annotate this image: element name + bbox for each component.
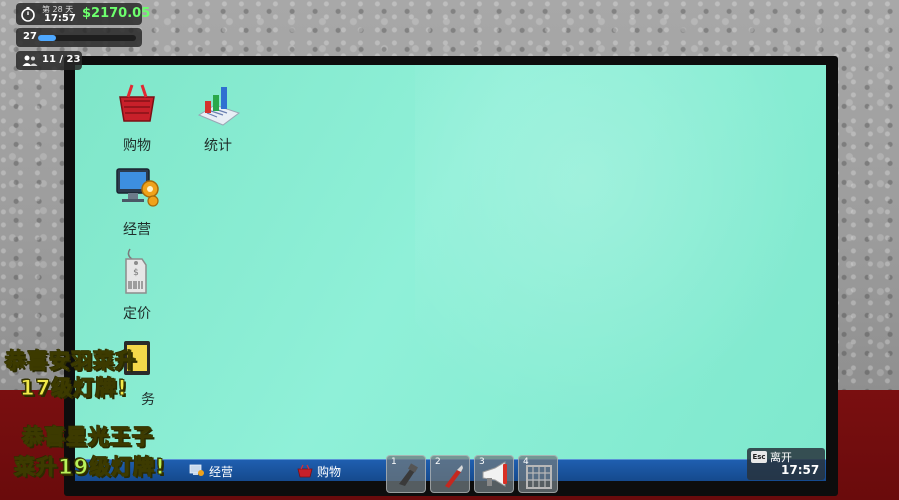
store-level: 27 xyxy=(23,31,37,42)
overlay-message-2-line-1: 恭喜星光王子 xyxy=(22,425,154,450)
stopwatch-icon xyxy=(21,7,35,22)
hotbar-slot-1[interactable]: 1 xyxy=(386,455,426,493)
taskbar-item-shopping[interactable]: 购物 xyxy=(293,461,345,481)
customer-count-panel: 11 / 23 xyxy=(16,51,82,70)
desktop-icon-pricing[interactable]: $ 定价 xyxy=(97,247,177,323)
customers-icon xyxy=(22,55,38,66)
monitor-gear-icon xyxy=(116,168,159,207)
slot-number: 2 xyxy=(435,457,441,467)
overlay-message-1-line-2: 17级灯牌! xyxy=(20,376,128,401)
shopping-basket-icon xyxy=(119,84,155,122)
desktop-icon-management[interactable]: 经营 xyxy=(97,163,177,239)
overlay-message-1-line-1: 恭喜安羽菜升 xyxy=(5,349,137,374)
slot-number: 1 xyxy=(391,457,397,467)
game-clock: 17:57 xyxy=(44,13,76,24)
leave-computer-button[interactable]: Esc 离开 17:57 xyxy=(747,448,825,480)
desktop-icon-label: 经营 xyxy=(123,222,151,238)
svg-text:$: $ xyxy=(133,268,139,278)
slot-number: 4 xyxy=(523,457,529,467)
taskbar-clock: 17:57 xyxy=(781,463,820,477)
money-balance: $2170.05 xyxy=(82,6,151,21)
level-progress-track xyxy=(38,35,136,41)
desktop-icon-statistics[interactable]: 统计 xyxy=(178,79,258,155)
desktop-icon-shopping[interactable]: 购物 xyxy=(97,79,177,155)
customer-count: 11 / 23 xyxy=(42,54,81,65)
monitor-gear-icon xyxy=(189,464,204,476)
computer-screen[interactable]: 购物 统计 经营 $ 定价 务 xyxy=(75,65,826,481)
hotbar-slot-4[interactable]: 4 xyxy=(518,455,558,493)
hotbar-slot-3[interactable]: 3 xyxy=(474,455,514,493)
desktop-icon-label: 统计 xyxy=(204,138,232,154)
desktop-icon-label: 定价 xyxy=(123,306,151,322)
slot-number: 3 xyxy=(479,457,485,467)
bar-chart-icon xyxy=(197,87,241,126)
level-progress-fill xyxy=(38,35,56,41)
shopping-basket-icon xyxy=(297,464,313,478)
hotbar-slot-2[interactable]: 2 xyxy=(430,455,470,493)
desktop-icon-label: 购物 xyxy=(123,138,151,154)
esc-key-icon: Esc xyxy=(751,451,767,463)
taskbar-item-label: 购物 xyxy=(317,464,342,479)
overlay-message-2-line-2: 菜升19级灯牌! xyxy=(14,455,166,480)
screen-glare xyxy=(415,65,826,445)
taskbar-item-management[interactable]: 经营 xyxy=(185,461,237,481)
day-time-money-panel: 第 28 天 17:57 $2170.05 xyxy=(16,3,150,25)
store-level-panel: 27 xyxy=(16,28,142,47)
taskbar-item-label: 经营 xyxy=(209,464,234,479)
price-tag-icon: $ xyxy=(125,248,147,294)
